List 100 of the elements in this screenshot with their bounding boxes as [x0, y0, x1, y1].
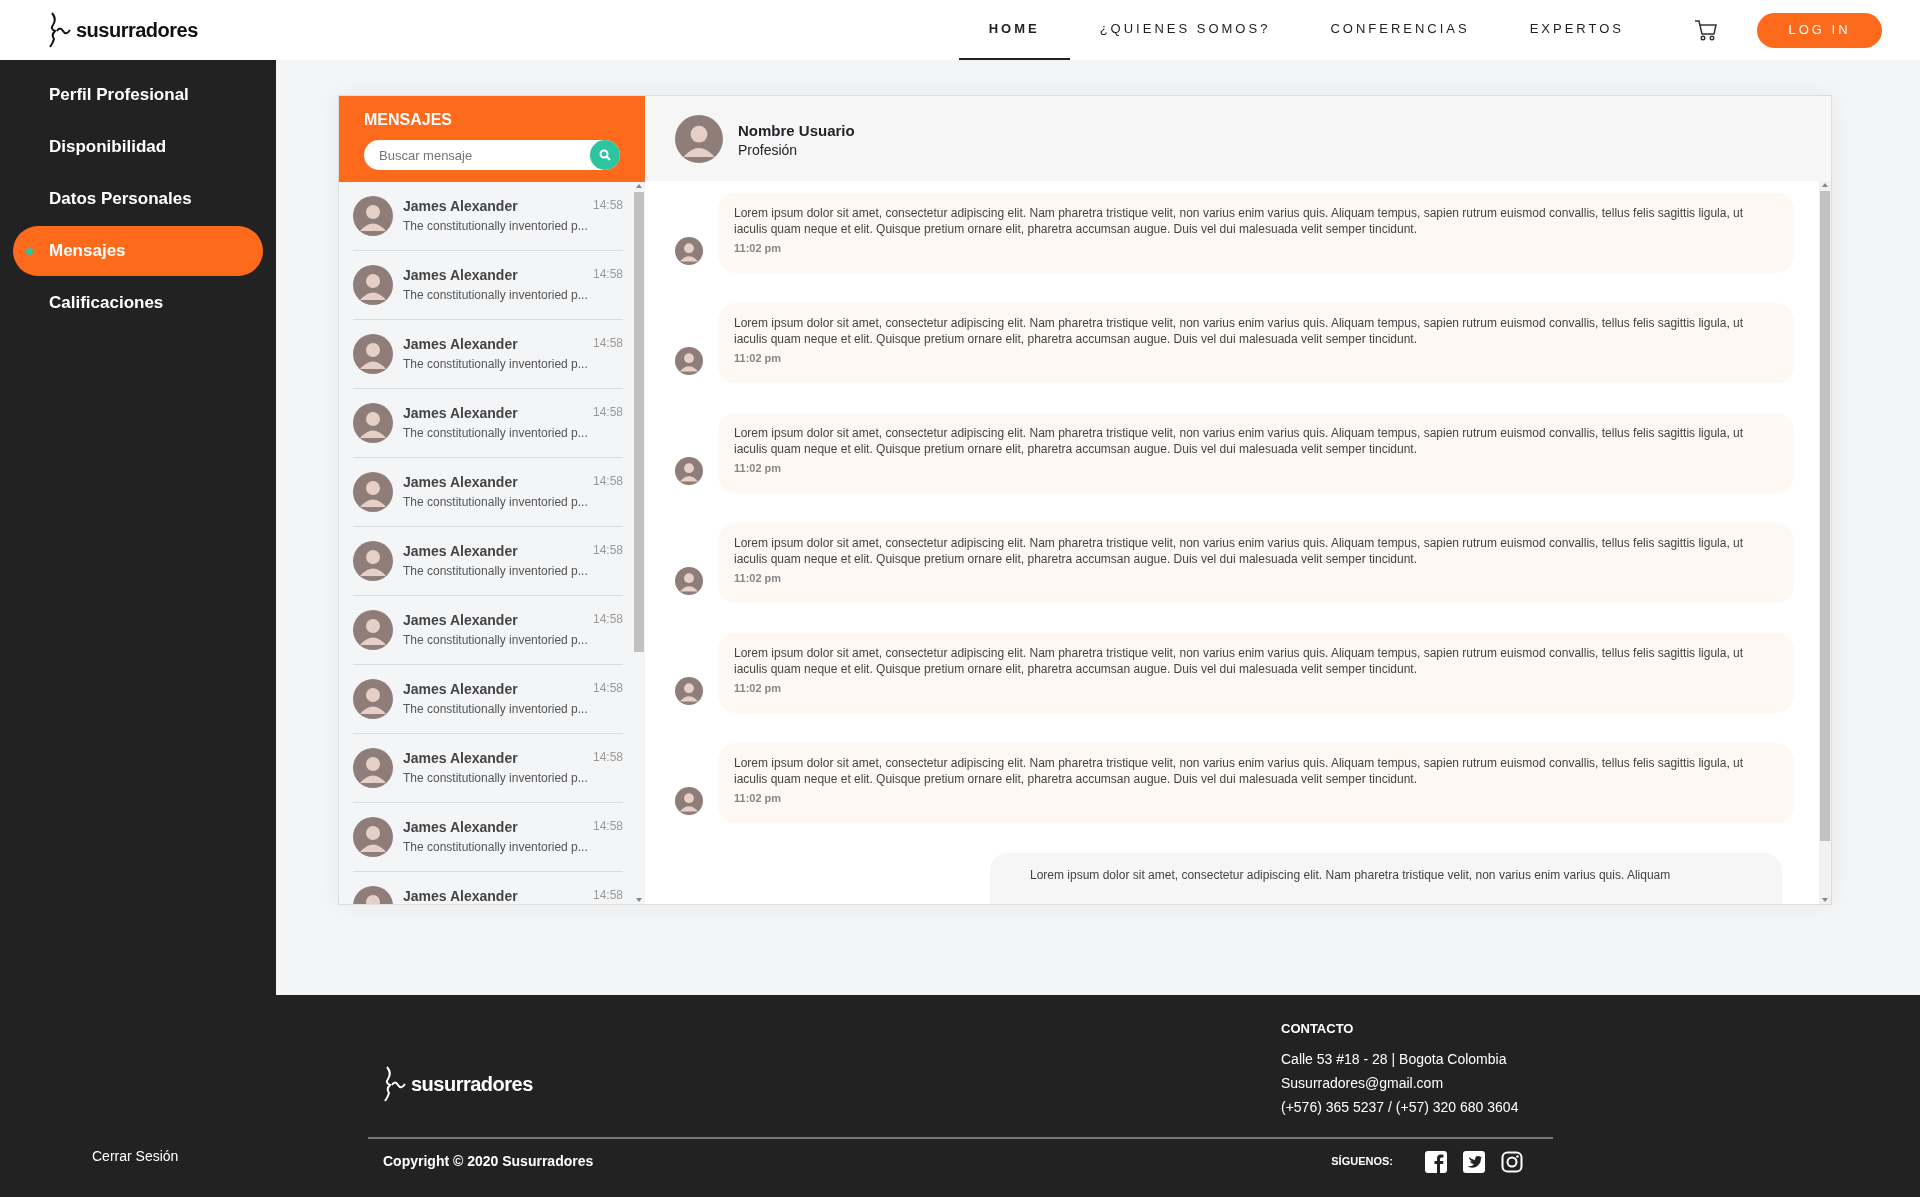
- conversation-item[interactable]: James Alexander 14:58 The constitutionally inventoried p...: [353, 320, 623, 389]
- avatar-silhouette: [675, 114, 723, 163]
- message-time: 14:58: [592, 197, 623, 214]
- conversation-item[interactable]: James Alexander 14:58 The constitutionally inventoried p...: [353, 803, 623, 872]
- message-time: 14:58: [592, 335, 623, 352]
- message-time: 14:58: [592, 611, 623, 628]
- avatar-silhouette: [353, 817, 393, 857]
- conversation-item[interactable]: James Alexander 14:58 The constitutionally inventoried p...: [353, 182, 623, 251]
- message-preview: The constitutionally inventoried p...: [403, 701, 589, 718]
- contact-name: James Alexander: [403, 749, 518, 768]
- nav-link[interactable]: CONFERENCIAS: [1300, 0, 1500, 60]
- message-time: 11:02 pm: [734, 241, 783, 257]
- message-time: 11:02 pm: [734, 791, 783, 807]
- message-text: Lorem ipsum dolor sit amet, consectetur adipiscing elit. Nam pharetra tristique velit, non varius enim varius quis. Aliquam: [1030, 867, 1672, 884]
- conversation-item[interactable]: James Alexander 14:58 The constitutionally inventoried p...: [353, 665, 623, 734]
- message-preview: The constitutionally inventoried p...: [403, 287, 589, 304]
- message-preview: The constitutionally inventoried p...: [403, 494, 589, 511]
- logout-link[interactable]: Cerrar Sesión: [92, 1146, 179, 1167]
- sidebar-item[interactable]: Perfil Profesional: [13, 70, 263, 120]
- avatar-silhouette: [353, 748, 393, 788]
- avatar-silhouette: [675, 347, 703, 375]
- avatar-silhouette: [353, 196, 393, 236]
- message-time: 14:58: [592, 887, 623, 904]
- user-name: Nombre Usuario: [738, 121, 855, 142]
- conversation-item[interactable]: James Alexander 14:58: [353, 872, 623, 904]
- user-profession: Profesión: [738, 142, 799, 157]
- contact-name: James Alexander: [403, 404, 518, 423]
- conversation-item[interactable]: James Alexander 14:58 The constitutionally inventoried p...: [353, 251, 623, 320]
- message-text: Lorem ipsum dolor sit amet, consectetur adipiscing elit. Nam pharetra tristique velit, non varius enim varius quis. Aliquam tempus, sapien rutrum euismod convallis, tellus felis sagittis ligula, ut iaculis quam neque et elit. Quisque pretium ornare elit, pharetra accumsan augue. Duis vel dui malesuada velit semper tincidunt.: [734, 315, 1745, 348]
- scrollbar-thumb[interactable]: [1820, 191, 1830, 841]
- message-time: 14:58: [592, 473, 623, 490]
- message-time: 14:58: [592, 749, 623, 766]
- avatar-silhouette: [353, 472, 393, 512]
- scrollbar[interactable]: [633, 182, 645, 904]
- avatar-silhouette: [353, 265, 393, 305]
- copyright-text: Copyright © 2020 Susurradores: [383, 1152, 594, 1171]
- avatar-silhouette: [353, 541, 393, 581]
- message-text: Lorem ipsum dolor sit amet, consectetur adipiscing elit. Nam pharetra tristique velit, non varius enim varius quis. Aliquam tempus, sapien rutrum euismod convallis, tellus felis sagittis ligula, ut iaculis quam neque et elit. Quisque pretium ornare elit, pharetra accumsan augue. Duis vel dui malesuada velit semper tincidunt.: [734, 755, 1745, 788]
- contact-name: James Alexander: [403, 473, 518, 492]
- contact-name: James Alexander: [403, 197, 518, 216]
- message-time: 14:58: [592, 818, 623, 835]
- message-preview: The constitutionally inventoried p...: [403, 632, 589, 649]
- message-time: 11:02 pm: [734, 461, 783, 477]
- avatar-silhouette: [675, 787, 703, 815]
- contact-name: James Alexander: [403, 887, 518, 904]
- message-preview: The constitutionally inventoried p...: [403, 563, 589, 580]
- scroll-down-icon: [1821, 896, 1829, 904]
- message-preview: The constitutionally inventoried p...: [403, 425, 589, 442]
- avatar-silhouette: [675, 567, 703, 595]
- contact-name: James Alexander: [403, 542, 518, 561]
- contact-name: James Alexander: [403, 266, 518, 285]
- scrollbar[interactable]: [1819, 181, 1831, 904]
- message-preview: The constitutionally inventoried p...: [403, 839, 589, 856]
- avatar-silhouette: [353, 679, 393, 719]
- message-text: Lorem ipsum dolor sit amet, consectetur adipiscing elit. Nam pharetra tristique velit, non varius enim varius quis. Aliquam tempus, sapien rutrum euismod convallis, tellus felis sagittis ligula, ut iaculis quam neque et elit. Quisque pretium ornare elit, pharetra accumsan augue. Duis vel dui malesuada velit semper tincidunt.: [734, 425, 1745, 458]
- message-time: 11:02 pm: [734, 351, 783, 367]
- conversation-item[interactable]: James Alexander 14:58 The constitutionally inventoried p...: [353, 389, 623, 458]
- sidebar-item[interactable]: Datos Personales: [13, 174, 263, 224]
- message-time: 11:02 pm: [734, 681, 783, 697]
- sidebar-item[interactable]: Calificaciones: [13, 278, 263, 328]
- follow-label: SÍGUENOS:: [1331, 1154, 1393, 1170]
- logo[interactable]: susurradores: [48, 11, 198, 49]
- avatar-silhouette: [675, 457, 703, 485]
- contact-line: (+576) 365 5237 / (+57) 320 680 3604: [1281, 1097, 1520, 1117]
- facebook-icon[interactable]: [1425, 1150, 1447, 1173]
- scroll-down-icon: [635, 896, 643, 904]
- conversation-item[interactable]: James Alexander 14:58 The constitutionally inventoried p...: [353, 734, 623, 803]
- avatar-silhouette: [353, 403, 393, 443]
- message-preview: The constitutionally inventoried p...: [403, 770, 589, 787]
- message-preview: The constitutionally inventoried p...: [403, 218, 589, 235]
- message-time: 14:58: [592, 680, 623, 697]
- conversation-item[interactable]: James Alexander 14:58 The constitutionally inventoried p...: [353, 527, 623, 596]
- conversation-item[interactable]: James Alexander 14:58 The constitutionally inventoried p...: [353, 596, 623, 665]
- contact-heading: CONTACTO: [1281, 1020, 1355, 1038]
- search-icon: [599, 149, 611, 161]
- contact-line: Calle 53 #18 - 28 | Bogota Colombia: [1281, 1049, 1508, 1069]
- avatar-silhouette: [675, 677, 703, 705]
- nav-link[interactable]: EXPERTOS: [1499, 0, 1654, 60]
- contact-name: James Alexander: [403, 611, 518, 630]
- contact-line: Susurradores@gmail.com: [1281, 1073, 1445, 1093]
- avatar-silhouette: [675, 237, 703, 265]
- message-text: Lorem ipsum dolor sit amet, consectetur adipiscing elit. Nam pharetra tristique velit, non varius enim varius quis. Aliquam tempus, sapien rutrum euismod convallis, tellus felis sagittis ligula, ut iaculis quam neque et elit. Quisque pretium ornare elit, pharetra accumsan augue. Duis vel dui malesuada velit semper tincidunt.: [734, 535, 1745, 568]
- message-time: 11:02 pm: [734, 571, 783, 587]
- nav-link[interactable]: ¿QUIENES SOMOS?: [1069, 0, 1301, 60]
- message-time: 14:58: [592, 404, 623, 421]
- scrollbar-thumb[interactable]: [634, 192, 644, 652]
- message-text: Lorem ipsum dolor sit amet, consectetur adipiscing elit. Nam pharetra tristique velit, non varius enim varius quis. Aliquam tempus, sapien rutrum euismod convallis, tellus felis sagittis ligula, ut iaculis quam neque et elit. Quisque pretium ornare elit, pharetra accumsan augue. Duis vel dui malesuada velit semper tincidunt.: [734, 205, 1745, 238]
- avatar-silhouette: [353, 334, 393, 374]
- message-time: 14:58: [592, 266, 623, 283]
- avatar-silhouette: [353, 610, 393, 650]
- instagram-icon[interactable]: [1501, 1150, 1523, 1173]
- sidebar-item[interactable]: Disponibilidad: [13, 122, 263, 172]
- search-button[interactable]: [590, 140, 620, 170]
- twitter-icon[interactable]: [1463, 1150, 1485, 1173]
- contact-name: James Alexander: [403, 335, 518, 354]
- conversation-item[interactable]: James Alexander 14:58 The constitutionally inventoried p...: [353, 458, 623, 527]
- active-dot: [26, 248, 33, 255]
- cart-icon[interactable]: [1694, 19, 1717, 41]
- contact-name: James Alexander: [403, 818, 518, 837]
- logo: susurradores: [383, 1049, 533, 1119]
